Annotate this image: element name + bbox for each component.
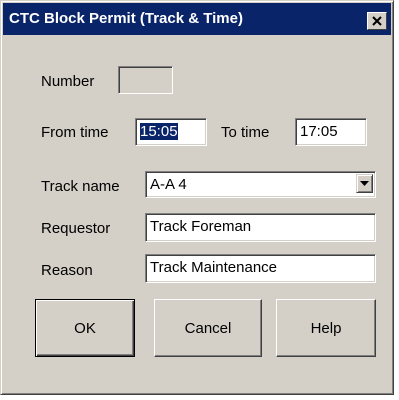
title-bar[interactable]: CTC Block Permit (Track & Time) (3, 3, 391, 35)
track-name-label: Track name (41, 178, 120, 195)
track-name-dropdown-button[interactable] (356, 174, 373, 193)
ok-button[interactable]: OK (35, 299, 135, 357)
requestor-value: Track Foreman (150, 218, 252, 235)
cancel-button[interactable]: Cancel (154, 299, 262, 357)
requestor-input[interactable]: Track Foreman (145, 213, 376, 242)
window-title: CTC Block Permit (Track & Time) (9, 10, 243, 27)
track-name-select[interactable]: A-A 4 (145, 171, 376, 198)
number-field[interactable] (118, 66, 173, 94)
to-time-input[interactable]: 17:05 (295, 118, 367, 146)
close-button[interactable] (367, 12, 387, 30)
block-permit-dialog: CTC Block Permit (Track & Time) Number F… (0, 0, 394, 395)
reason-label: Reason (41, 262, 93, 279)
reason-input[interactable]: Track Maintenance (145, 254, 376, 283)
reason-value: Track Maintenance (150, 259, 278, 276)
close-icon (372, 16, 382, 26)
from-time-label: From time (41, 124, 109, 141)
from-time-value: 15:05 (140, 123, 178, 140)
from-time-input[interactable]: 15:05 (135, 118, 207, 146)
requestor-label: Requestor (41, 220, 111, 237)
help-button[interactable]: Help (276, 299, 376, 357)
to-time-value: 17:05 (300, 123, 338, 140)
chevron-down-icon (360, 181, 369, 186)
number-label: Number (41, 73, 95, 90)
track-name-value: A-A 4 (150, 176, 187, 193)
to-time-label: To time (221, 124, 270, 141)
